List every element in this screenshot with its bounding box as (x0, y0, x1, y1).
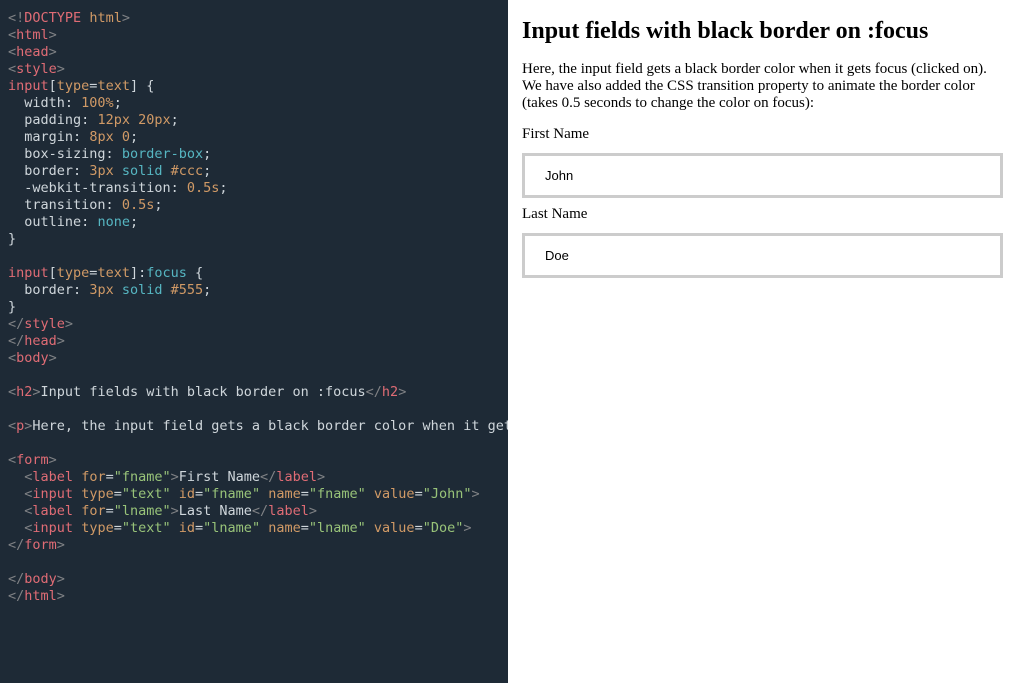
last-name-input[interactable] (522, 233, 1003, 278)
first-name-label: First Name (522, 126, 1003, 143)
last-name-label: Last Name (522, 206, 1003, 223)
first-name-input[interactable] (522, 153, 1003, 198)
preview-pane: Input fields with black border on :focus… (508, 0, 1017, 683)
preview-heading: Input fields with black border on :focus (522, 18, 1003, 45)
code-editor-pane[interactable]: <!DOCTYPE html> <html> <head> <style> in… (0, 0, 508, 683)
demo-form: First Name Last Name (522, 126, 1003, 286)
preview-description: Here, the input field gets a black borde… (522, 61, 1003, 112)
